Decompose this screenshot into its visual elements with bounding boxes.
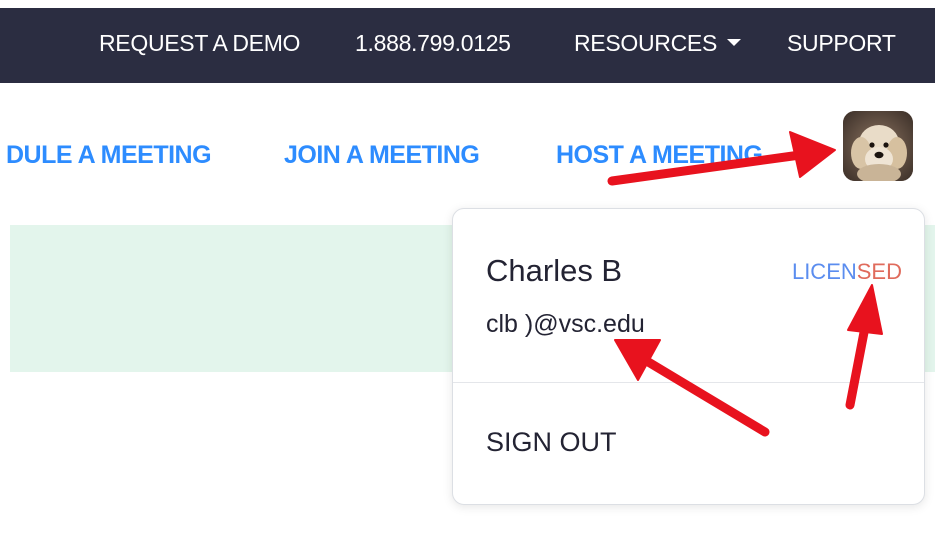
chevron-down-icon [727,39,741,47]
sign-out-button[interactable]: SIGN OUT [486,427,617,458]
user-avatar[interactable] [843,111,913,181]
resources-menu[interactable]: RESOURCES [574,8,741,83]
top-bar: REQUEST A DEMO 1.888.799.0125 RESOURCES … [0,8,935,83]
account-email: clb )@vsc.edu [486,310,645,338]
request-demo-link[interactable]: REQUEST A DEMO [99,8,300,83]
join-meeting-link[interactable]: JOIN A MEETING [284,138,480,172]
support-link[interactable]: SUPPORT [787,8,896,83]
schedule-meeting-link[interactable]: DULE A MEETING [6,138,212,172]
account-dropdown: Charles B LICENSED clb )@vsc.edu SIGN OU… [452,208,925,505]
host-meeting-link[interactable]: HOST A MEETING [556,138,763,172]
arrow-head-avatar [789,131,836,178]
dropdown-divider [453,382,924,383]
resources-label: RESOURCES [574,30,717,56]
phone-number[interactable]: 1.888.799.0125 [355,8,511,83]
account-name: Charles B [486,253,623,288]
license-badge: LICENSED [791,259,902,284]
dog-photo-icon [843,111,913,181]
